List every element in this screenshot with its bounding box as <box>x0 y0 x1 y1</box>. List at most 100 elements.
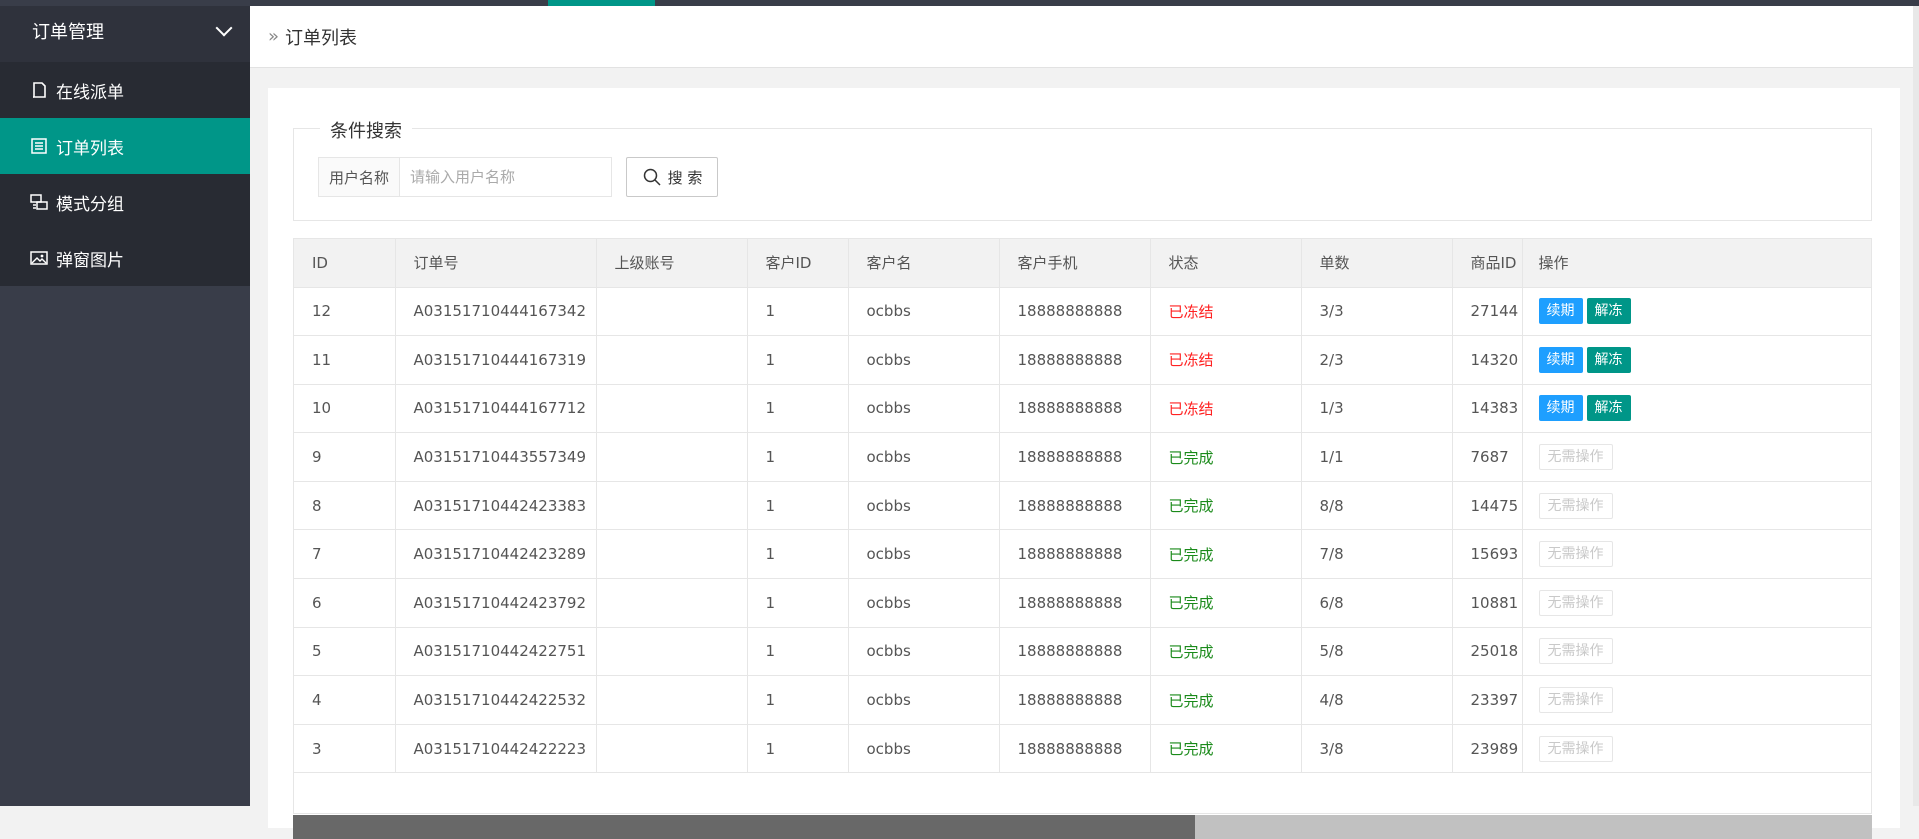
cell-count: 4/8 <box>1301 675 1453 725</box>
cell-customer-name: ocbbs <box>848 529 1000 580</box>
main-content: » 订单列表 条件搜索 用户名称 搜 索 <box>250 6 1919 839</box>
cell-status: 已完成 <box>1150 724 1302 774</box>
cell-id: 7 <box>294 529 396 580</box>
col-header-product-id[interactable]: 商品ID <box>1452 239 1523 288</box>
document-icon <box>30 81 48 99</box>
cell-customer-phone: 18888888888 <box>999 578 1151 628</box>
cell-count: 3/3 <box>1301 287 1453 337</box>
cell-status: 已完成 <box>1150 529 1302 580</box>
cell-status: 已完成 <box>1150 578 1302 628</box>
sidebar-item-popup-image[interactable]: 弹窗图片 <box>0 230 250 286</box>
cell-count: 8/8 <box>1301 481 1453 531</box>
cell-count: 3/8 <box>1301 724 1453 774</box>
cell-customer-id: 1 <box>747 627 849 677</box>
col-header-customer-name[interactable]: 客户名 <box>848 239 1000 288</box>
cell-count: 6/8 <box>1301 578 1453 628</box>
table-row: 10 A03151710444167712 1 ocbbs 18888888888 已冻结… <box>294 384 1871 434</box>
search-legend: 条件搜索 <box>320 117 412 143</box>
breadcrumb: » 订单列表 <box>250 6 1919 68</box>
cell-id: 9 <box>294 432 396 482</box>
username-label: 用户名称 <box>318 157 399 197</box>
cell-product-id: 7687 <box>1452 432 1523 482</box>
cell-status: 已完成 <box>1150 481 1302 531</box>
sidebar-item-order-list[interactable]: 订单列表 <box>0 118 250 174</box>
search-icon <box>643 168 661 186</box>
username-search-input[interactable] <box>399 157 612 197</box>
cell-product-id: 27144 <box>1452 287 1523 337</box>
cell-product-id: 10881 <box>1452 578 1523 628</box>
cell-customer-name: ocbbs <box>848 675 1000 725</box>
no-action-button: 无需操作 <box>1538 638 1613 665</box>
cell-customer-name: ocbbs <box>848 578 1000 628</box>
search-button-label: 搜 索 <box>667 168 703 187</box>
horizontal-scrollbar[interactable] <box>293 815 1872 839</box>
cell-actions: 无需操作 <box>1521 675 1871 725</box>
cell-parent-account <box>596 675 748 725</box>
cell-actions: 无需操作 <box>1521 481 1871 531</box>
col-header-parent-account[interactable]: 上级账号 <box>596 239 748 288</box>
sidebar-item-online-dispatch[interactable]: 在线派单 <box>0 62 250 118</box>
col-header-status[interactable]: 状态 <box>1150 239 1302 288</box>
search-button[interactable]: 搜 索 <box>626 157 718 197</box>
cell-order-no: A03151710442423289 <box>395 529 597 580</box>
cell-customer-id: 1 <box>747 432 849 482</box>
cell-customer-phone: 18888888888 <box>999 724 1151 774</box>
col-header-order-no[interactable]: 订单号 <box>395 239 597 288</box>
renew-button[interactable]: 续期 <box>1538 346 1583 373</box>
renew-button[interactable]: 续期 <box>1538 395 1583 422</box>
cell-order-no: A03151710442422751 <box>395 627 597 677</box>
cell-customer-id: 1 <box>747 287 849 337</box>
search-fieldset: 条件搜索 用户名称 搜 索 <box>293 117 1872 221</box>
col-header-count[interactable]: 单数 <box>1301 239 1453 288</box>
image-icon <box>30 249 48 267</box>
cell-actions: 无需操作 <box>1521 627 1871 677</box>
col-header-customer-phone[interactable]: 客户手机 <box>999 239 1151 288</box>
sidebar-item-mode-group[interactable]: 模式分组 <box>0 174 250 230</box>
cell-status: 已完成 <box>1150 675 1302 725</box>
scrollbar-thumb[interactable] <box>293 815 1195 839</box>
cell-customer-id: 1 <box>747 481 849 531</box>
col-header-customer-id[interactable]: 客户ID <box>747 239 849 288</box>
cell-id: 8 <box>294 481 396 531</box>
unfreeze-button[interactable]: 解冻 <box>1586 298 1631 325</box>
cell-product-id: 25018 <box>1452 627 1523 677</box>
cell-parent-account <box>596 724 748 774</box>
cell-customer-phone: 18888888888 <box>999 481 1151 531</box>
vertical-scrollbar[interactable] <box>1913 6 1919 806</box>
cell-count: 2/3 <box>1301 335 1453 385</box>
cell-parent-account <box>596 481 748 531</box>
unfreeze-button[interactable]: 解冻 <box>1586 395 1631 422</box>
cell-actions: 无需操作 <box>1521 578 1871 628</box>
cell-customer-id: 1 <box>747 335 849 385</box>
cell-customer-phone: 18888888888 <box>999 675 1151 725</box>
cell-id: 4 <box>294 675 396 725</box>
cell-status: 已冻结 <box>1150 335 1302 385</box>
cell-customer-name: ocbbs <box>848 335 1000 385</box>
col-header-id[interactable]: ID <box>294 239 396 288</box>
cell-customer-name: ocbbs <box>848 481 1000 531</box>
renew-button[interactable]: 续期 <box>1538 298 1583 325</box>
cell-status: 已冻结 <box>1150 384 1302 434</box>
table-row: 12 A03151710444167342 1 ocbbs 18888888888 已冻结… <box>294 287 1871 337</box>
sidebar-header-order-management[interactable]: 订单管理 <box>0 0 250 62</box>
cell-parent-account <box>596 335 748 385</box>
cell-parent-account <box>596 529 748 580</box>
no-action-button: 无需操作 <box>1538 541 1613 568</box>
cell-order-no: A03151710444167712 <box>395 384 597 434</box>
list-icon <box>30 137 48 155</box>
cell-parent-account <box>596 384 748 434</box>
cell-customer-name: ocbbs <box>848 384 1000 434</box>
cell-count: 1/3 <box>1301 384 1453 434</box>
table-row: 9 A03151710443557349 1 ocbbs 18888888888 已完成 1… <box>294 432 1871 482</box>
chevron-down-icon <box>215 19 233 37</box>
cell-customer-phone: 18888888888 <box>999 627 1151 677</box>
cell-actions: 续期 解冻 <box>1521 384 1871 434</box>
sidebar: 订单管理 在线派单 订单列表 模式分组 弹窗图片 <box>0 0 250 806</box>
cell-id: 10 <box>294 384 396 434</box>
cell-actions: 续期 解冻 <box>1521 335 1871 385</box>
unfreeze-button[interactable]: 解冻 <box>1586 346 1631 373</box>
cell-order-no: A03151710444167319 <box>395 335 597 385</box>
cell-status: 已冻结 <box>1150 287 1302 337</box>
cell-order-no: A03151710443557349 <box>395 432 597 482</box>
order-table: ID 订单号 上级账号 客户ID 客户名 客户手机 状态 单数 商品ID 操作 … <box>293 238 1872 814</box>
